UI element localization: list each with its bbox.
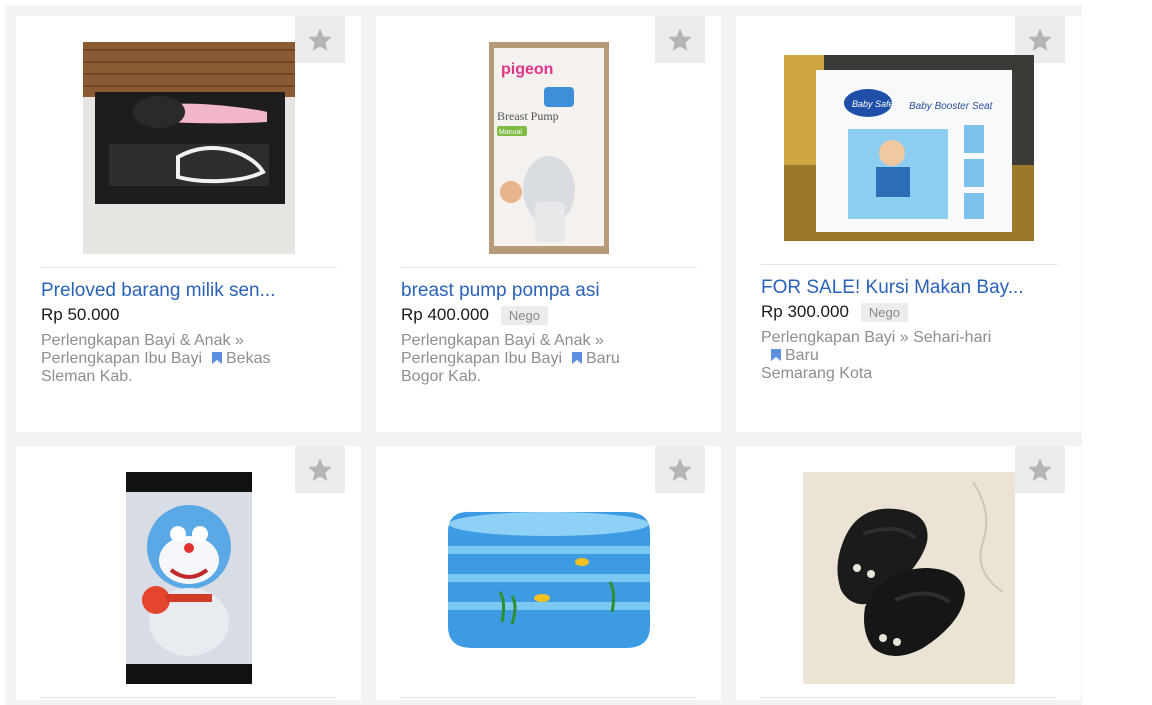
favorite-button[interactable] — [295, 446, 345, 493]
listing-image[interactable] — [442, 502, 656, 652]
category-sub[interactable]: Perlengkapan Ibu Bayi — [401, 350, 562, 367]
nego-badge: Nego — [860, 302, 908, 322]
listing-category: Perlengkapan Bayi & Anak » Perlengkapan … — [401, 332, 620, 386]
star-icon — [668, 27, 692, 51]
star-icon — [308, 457, 332, 481]
listing-price: Rp 400.000 — [401, 305, 489, 324]
listing-image[interactable] — [126, 472, 252, 684]
listing-card[interactable]: Preloved barang milik sen... Rp 50.000 P… — [16, 16, 361, 432]
listing-card[interactable]: Baby Safe Baby Booster Seat FOR SALE! Ku… — [736, 16, 1081, 432]
image-sub-text: Manual — [499, 129, 522, 136]
favorite-button[interactable] — [655, 446, 705, 493]
favorite-button[interactable] — [1015, 446, 1065, 493]
listing-price: Rp 50.000 — [41, 305, 120, 324]
condition-label: Bekas — [226, 350, 271, 367]
listing-card[interactable] — [376, 446, 721, 700]
favorite-button[interactable] — [295, 16, 345, 63]
bookmark-icon — [771, 349, 781, 361]
listing-card[interactable]: pigeon Breast Pump Manual breast pump po… — [376, 16, 721, 432]
listing-location: Bogor Kab. — [401, 368, 482, 385]
card-divider — [761, 264, 1057, 265]
listing-card[interactable] — [16, 446, 361, 700]
listing-location: Sleman Kab. — [41, 368, 133, 385]
category-path[interactable]: Perlengkapan Bayi & Anak » — [41, 332, 270, 350]
listing-image[interactable]: Baby Safe Baby Booster Seat — [784, 55, 1034, 241]
card-divider — [41, 267, 337, 268]
image-brand-text: pigeon — [501, 61, 553, 78]
category-path[interactable]: Perlengkapan Bayi & Anak » — [401, 332, 620, 350]
bookmark-icon — [572, 352, 582, 364]
listing-image[interactable]: pigeon Breast Pump Manual — [489, 42, 609, 254]
image-brand-text: Baby Safe — [852, 99, 894, 109]
category-sub[interactable]: Perlengkapan Ibu Bayi — [41, 350, 202, 367]
condition-label: Baru — [586, 350, 620, 367]
listing-title[interactable]: Preloved barang milik sen... — [41, 280, 275, 302]
nego-badge: Nego — [500, 305, 548, 325]
condition-label: Baru — [785, 347, 819, 364]
star-icon — [1028, 27, 1052, 51]
bookmark-icon — [212, 352, 222, 364]
card-divider — [41, 697, 337, 698]
image-product-text: Baby Booster Seat — [909, 101, 994, 112]
card-divider — [761, 697, 1057, 698]
listing-price: Rp 300.000 — [761, 302, 849, 321]
favorite-button[interactable] — [655, 16, 705, 63]
image-product-text: Breast Pump — [497, 109, 559, 123]
listing-image[interactable] — [803, 472, 1015, 684]
listing-card[interactable] — [736, 446, 1081, 700]
category-path[interactable]: Perlengkapan Bayi » Sehari-hari — [761, 329, 991, 347]
card-divider — [401, 267, 697, 268]
listing-location: Semarang Kota — [761, 365, 873, 382]
star-icon — [668, 457, 692, 481]
listing-image[interactable] — [83, 42, 295, 254]
card-divider — [401, 697, 697, 698]
listing-title[interactable]: breast pump pompa asi — [401, 280, 600, 302]
star-icon — [1028, 457, 1052, 481]
listing-category: Perlengkapan Bayi » Sehari-hari Baru Sem… — [761, 329, 991, 383]
listing-title[interactable]: FOR SALE! Kursi Makan Bay... — [761, 277, 1024, 299]
listing-category: Perlengkapan Bayi & Anak » Perlengkapan … — [41, 332, 270, 386]
star-icon — [308, 27, 332, 51]
